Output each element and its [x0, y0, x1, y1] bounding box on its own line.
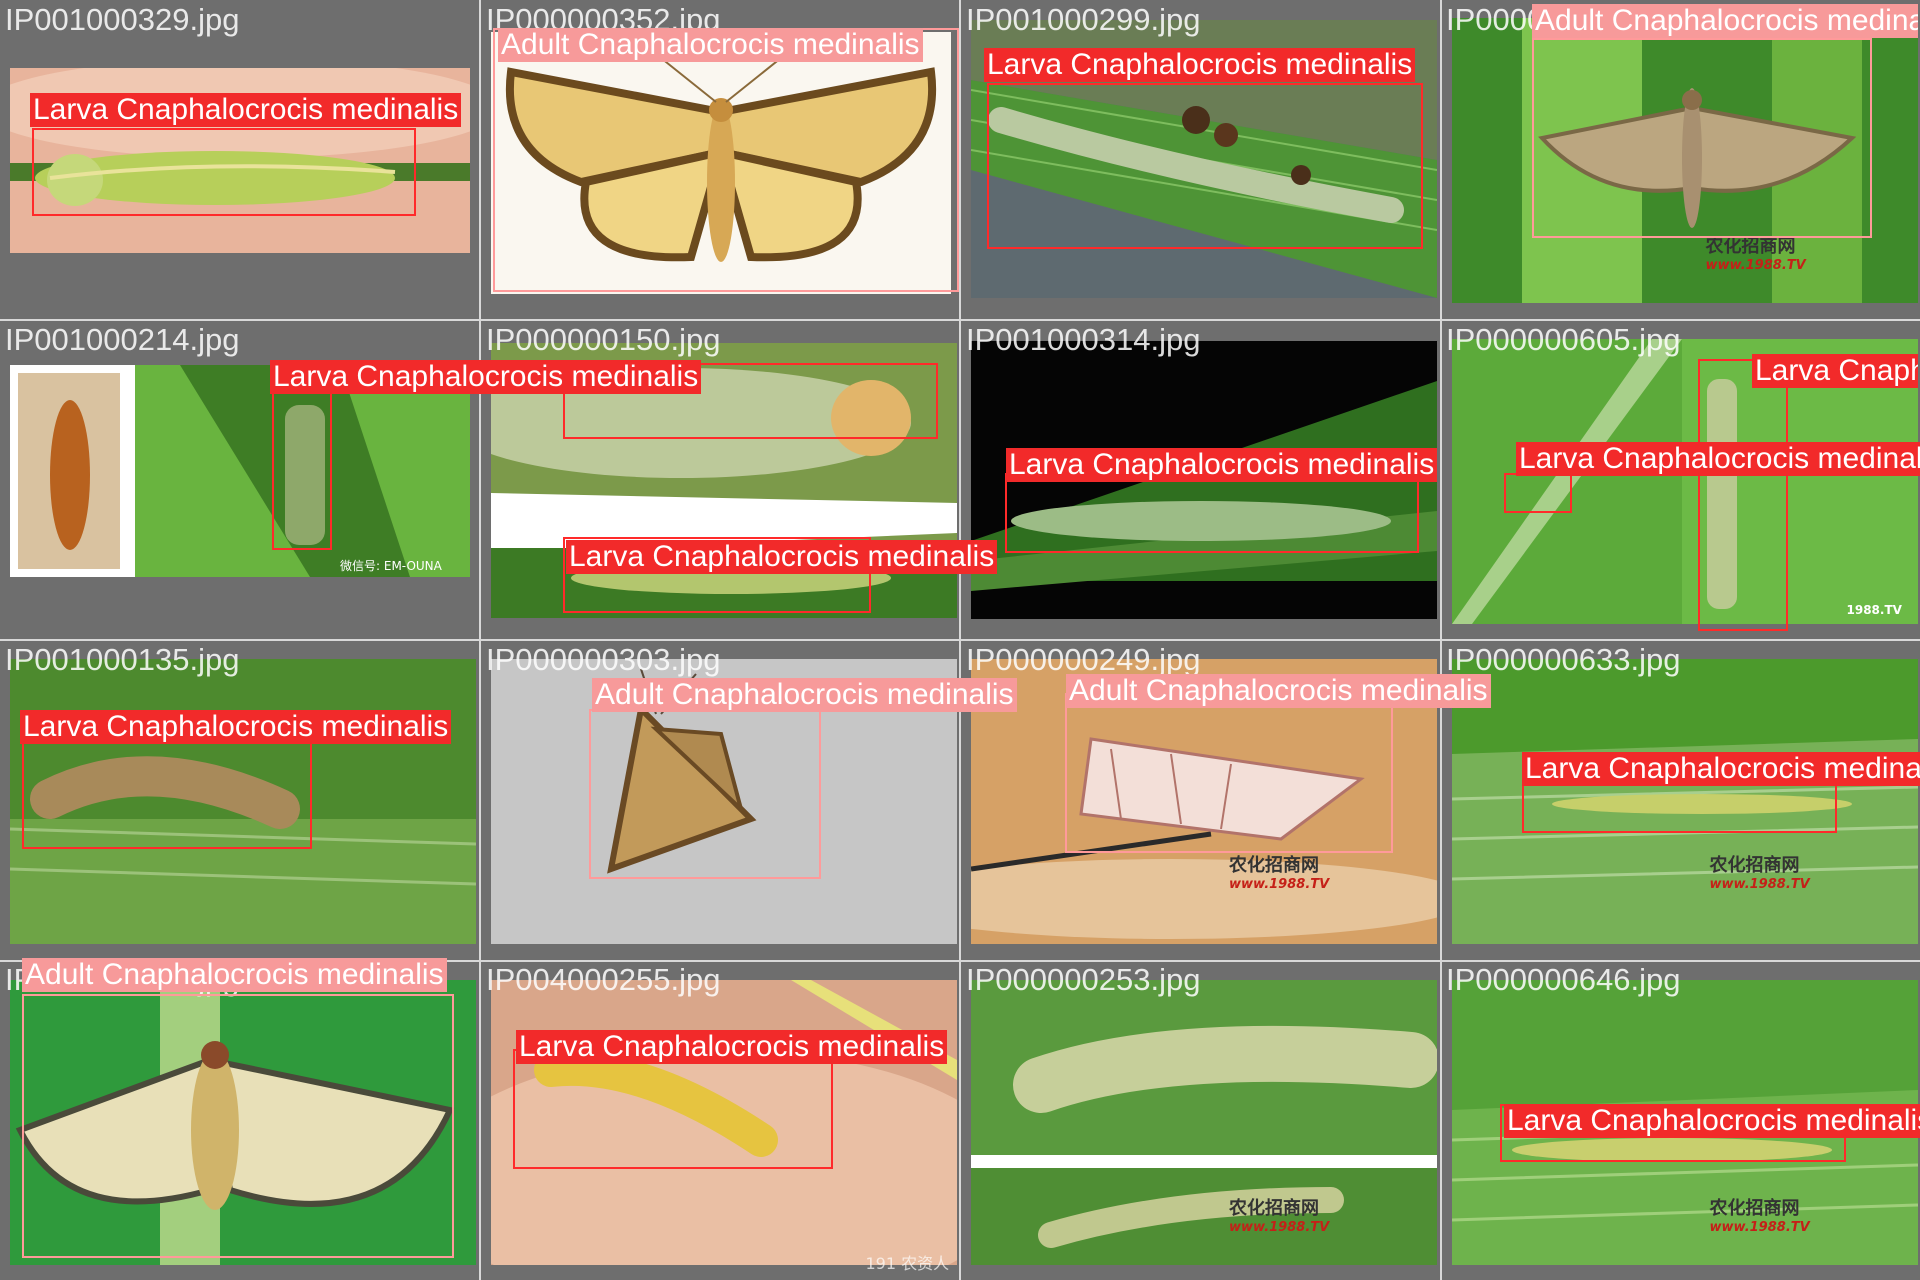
- watermark-text: 191 农资人: [865, 1253, 950, 1273]
- tile-ip001000314: [961, 320, 1440, 639]
- tile-ip000000303: [480, 641, 959, 960]
- tile-ip001000135: [0, 641, 479, 960]
- watermark-text: 微信号: EM-OUNA: [340, 558, 442, 573]
- tile-ip001000329: [0, 0, 479, 319]
- tile-ip000000277: [0, 961, 479, 1280]
- watermark-logo: 农化招商网 www.1988.TV: [1229, 855, 1330, 892]
- collage-photo: [10, 364, 470, 577]
- detection-mosaic: 农化招商网 www.1988.TV 微信号: EM-OUNA 1988.TV 农…: [0, 0, 1920, 1280]
- tile-ip001000299: [961, 0, 1440, 319]
- tile-ip000000633: 农化招商网 www.1988.TV: [1441, 641, 1920, 960]
- tile-ip004000255: 191 农资人: [480, 961, 959, 1280]
- watermark-logo: 农化招商网 www.1988.TV: [1705, 236, 1806, 273]
- tile-ip000000249: 农化招商网 www.1988.TV: [961, 641, 1440, 960]
- watermark-logo: 农化招商网 www.1988.TV: [1709, 1197, 1810, 1235]
- watermark-logo: 农化招商网 www.1988.TV: [1709, 855, 1810, 892]
- tile-ip000000646: 农化招商网 www.1988.TV: [1441, 961, 1920, 1280]
- tile-ip001000214: 微信号: EM-OUNA: [0, 320, 479, 639]
- watermark-text: 1988.TV: [1846, 602, 1902, 617]
- tile-ip000000605: 1988.TV: [1441, 320, 1920, 639]
- tile-ip000000298: 农化招商网 www.1988.TV: [1441, 0, 1920, 319]
- tile-ip000000253: 农化招商网 www.1988.TV: [961, 961, 1440, 1280]
- tile-ip000000150: [480, 320, 959, 639]
- larva-photo: [971, 979, 1437, 1265]
- tile-ip000000352: [480, 0, 959, 319]
- watermark-logo: 农化招商网 www.1988.TV: [1229, 1197, 1330, 1235]
